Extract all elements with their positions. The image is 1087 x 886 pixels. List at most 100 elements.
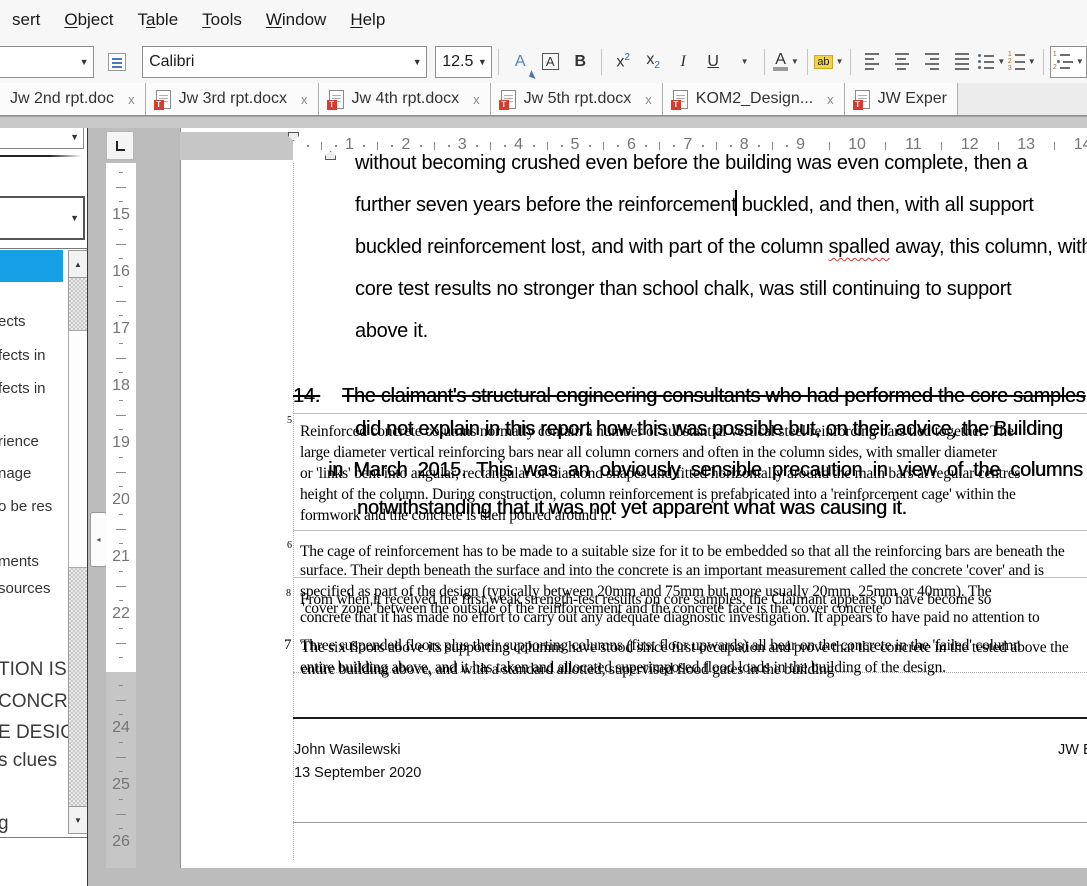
chevron-down-icon[interactable]: ▼: [997, 57, 1005, 66]
menu-help[interactable]: Help: [338, 4, 397, 36]
ruler-tick: [116, 415, 126, 416]
chevron-down-icon[interactable]: ▼: [408, 57, 426, 67]
update-style-button[interactable]: [102, 47, 132, 77]
subscript-button[interactable]: x2: [638, 47, 668, 77]
ruler-tick: [116, 472, 126, 473]
character-style-button[interactable]: A: [505, 47, 535, 77]
chevron-down-icon[interactable]: ▼: [1028, 57, 1036, 66]
ruler-tick: [772, 142, 773, 150]
toolbar-separator: [1043, 49, 1044, 75]
panel-filter-combo[interactable]: ▼: [0, 196, 85, 240]
list-item[interactable]: TION IS: [0, 659, 67, 681]
menu-sert[interactable]: sert: [0, 4, 52, 36]
list-item[interactable]: CONCR: [0, 691, 68, 713]
align-right-button[interactable]: [917, 47, 947, 77]
chevron-down-icon[interactable]: ▼: [70, 132, 79, 142]
ruler-tick: [119, 543, 123, 544]
panel-top-combo[interactable]: ▼: [0, 128, 84, 149]
footnote-line: concrete that it has made no effort to c…: [300, 609, 1040, 627]
vertical-ruler[interactable]: 1516171819202122242526: [106, 163, 136, 880]
list-item[interactable]: o be res: [0, 498, 52, 515]
scrollbar-trough[interactable]: [68, 278, 88, 330]
font-name-value: Calibri: [143, 53, 408, 71]
below-page-background: [106, 868, 1087, 886]
document-tab[interactable]: TKOM2_Design...x: [663, 83, 845, 115]
selected-list-row[interactable]: [0, 250, 63, 282]
arrow-left-icon: ◂: [96, 535, 100, 544]
ruler-tick: [119, 343, 123, 344]
close-icon[interactable]: x: [639, 92, 652, 107]
list-item[interactable]: ments: [0, 553, 39, 570]
align-left-button[interactable]: [857, 47, 887, 77]
menu-window[interactable]: Window: [254, 4, 338, 36]
close-icon[interactable]: x: [122, 92, 135, 107]
document-tab[interactable]: T Jw 5th rpt.docx x: [491, 83, 663, 115]
underline-dropdown[interactable]: ▼: [728, 47, 758, 77]
scroll-up-button[interactable]: ▲: [68, 250, 88, 278]
chevron-down-icon[interactable]: ▼: [75, 57, 93, 67]
ruler-tick: [119, 486, 123, 487]
numbered-list-button[interactable]: 1 2 3 ▼: [1007, 47, 1037, 77]
list-item[interactable]: nage: [0, 465, 31, 482]
document-tab[interactable]: TJw 3rd rpt.docxx: [146, 83, 319, 115]
underline-button[interactable]: U: [698, 47, 728, 77]
justify-button[interactable]: [947, 47, 977, 77]
heading-text: The claimant's structural engineering co…: [342, 385, 1085, 407]
application-window: sertObjectTableToolsWindowHelp ▼ Calibri…: [0, 0, 1087, 886]
list-item[interactable]: rience: [0, 433, 39, 450]
highlight-color-button[interactable]: ab ▼: [814, 47, 844, 77]
footnote-marker: 5: [287, 415, 292, 426]
tab-label: Jw 5th rpt.docx: [524, 90, 632, 108]
scrollbar-thumb[interactable]: [68, 330, 88, 568]
list-item[interactable]: ects: [0, 313, 26, 330]
superscript-button[interactable]: x2: [608, 47, 638, 77]
document-tab[interactable]: TJw 4th rpt.docxx: [319, 83, 491, 115]
ruler-tick: [533, 145, 535, 147]
boxed-character-button[interactable]: A: [535, 47, 565, 77]
scroll-down-button[interactable]: ▼: [68, 806, 88, 834]
chevron-down-icon[interactable]: ▼: [70, 213, 79, 223]
ruler-tick: [645, 145, 647, 147]
document-tab[interactable]: TJW Exper: [845, 83, 958, 115]
italic-button[interactable]: I: [668, 47, 698, 77]
chevron-down-icon[interactable]: ▼: [836, 57, 844, 66]
list-item[interactable]: s clues: [0, 750, 57, 772]
align-center-button[interactable]: [887, 47, 917, 77]
panel-list-box[interactable]: ects fects in fects in rience nage o be res me…: [0, 248, 88, 838]
ruler-tick: [504, 145, 506, 147]
ruler-number: 21: [106, 548, 136, 566]
chevron-down-icon[interactable]: ▼: [473, 57, 491, 67]
paragraph-style-combo[interactable]: ▼: [0, 46, 94, 78]
formatting-toolbar: ▼ Calibri ▼ 12.5 ▼ A A B x2 x2: [0, 40, 1087, 83]
close-icon[interactable]: x: [821, 92, 834, 107]
sidebar-collapse-handle[interactable]: ◂: [90, 512, 107, 567]
menu-tools[interactable]: Tools: [190, 4, 254, 36]
font-color-button[interactable]: A ▼: [771, 47, 801, 77]
bold-button[interactable]: B: [565, 47, 595, 77]
ruler-tick: [589, 145, 591, 147]
text-document-icon: T: [501, 90, 516, 109]
list-item[interactable]: E DESIG: [0, 722, 75, 744]
tab-stop-type-button[interactable]: [106, 131, 134, 160]
bullet-list-button[interactable]: ▼: [977, 47, 1007, 77]
ruler-tick: [119, 429, 123, 430]
list-item[interactable]: g: [0, 813, 9, 835]
footnote-marker: 7: [284, 637, 292, 654]
font-size-combo[interactable]: 12.5 ▼: [435, 46, 492, 78]
close-icon[interactable]: x: [467, 92, 480, 107]
chevron-down-icon[interactable]: ▼: [791, 57, 799, 66]
font-name-combo[interactable]: Calibri ▼: [142, 46, 427, 78]
chevron-down-icon[interactable]: ▼: [1076, 57, 1084, 66]
document-tab[interactable]: Jw 2nd rpt.docx: [0, 83, 146, 115]
list-item[interactable]: fects in: [0, 347, 46, 364]
close-icon[interactable]: x: [295, 92, 308, 107]
outline-list-button[interactable]: 1 2 ▼: [1050, 46, 1087, 78]
arrow-down-icon: ▼: [74, 816, 82, 825]
list-item[interactable]: fects in: [0, 380, 46, 397]
toolbar-separator: [764, 49, 765, 75]
list-item[interactable]: sources: [0, 580, 51, 597]
scrollbar-trough[interactable]: [68, 568, 88, 806]
menu-table[interactable]: Table: [126, 4, 191, 36]
bullet-list-icon: [978, 54, 994, 69]
menu-object[interactable]: Object: [52, 4, 125, 36]
